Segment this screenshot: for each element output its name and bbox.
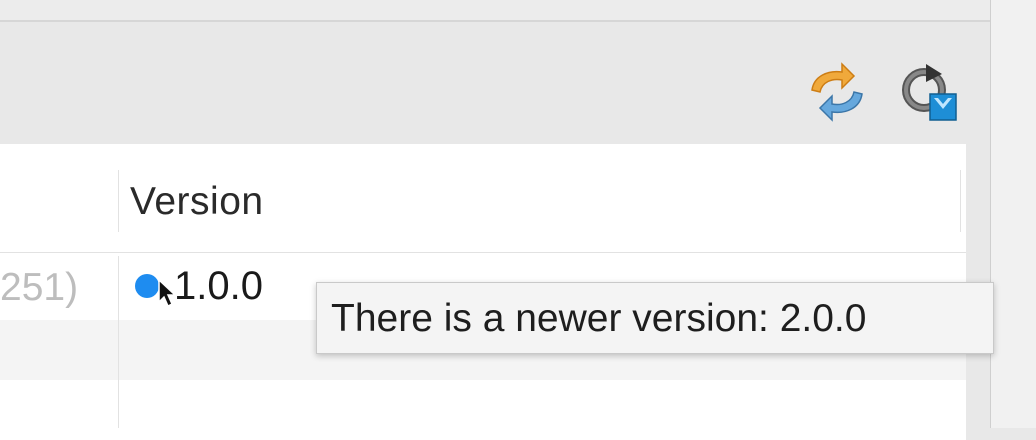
top-band	[0, 0, 990, 22]
refresh-update-icon	[896, 60, 960, 124]
truncated-cell-text: 251)	[0, 266, 79, 309]
table-header: Version	[0, 144, 966, 253]
version-tooltip: There is a newer version: 2.0.0	[316, 282, 994, 354]
sync-icon	[804, 60, 868, 124]
update-available-dot	[135, 274, 159, 298]
sync-button[interactable]	[804, 60, 868, 124]
toolbar	[0, 22, 990, 144]
tooltip-text: There is a newer version: 2.0.0	[331, 297, 867, 340]
column-divider	[118, 256, 119, 428]
table-row[interactable]	[0, 380, 966, 440]
column-header-version[interactable]: Version	[130, 180, 264, 224]
refresh-update-button[interactable]	[896, 60, 960, 124]
column-divider[interactable]	[960, 170, 961, 232]
version-value: 1.0.0	[174, 264, 263, 308]
mouse-cursor-icon	[157, 278, 177, 308]
right-scroll-gutter[interactable]	[990, 0, 1036, 428]
column-divider[interactable]	[118, 170, 119, 232]
